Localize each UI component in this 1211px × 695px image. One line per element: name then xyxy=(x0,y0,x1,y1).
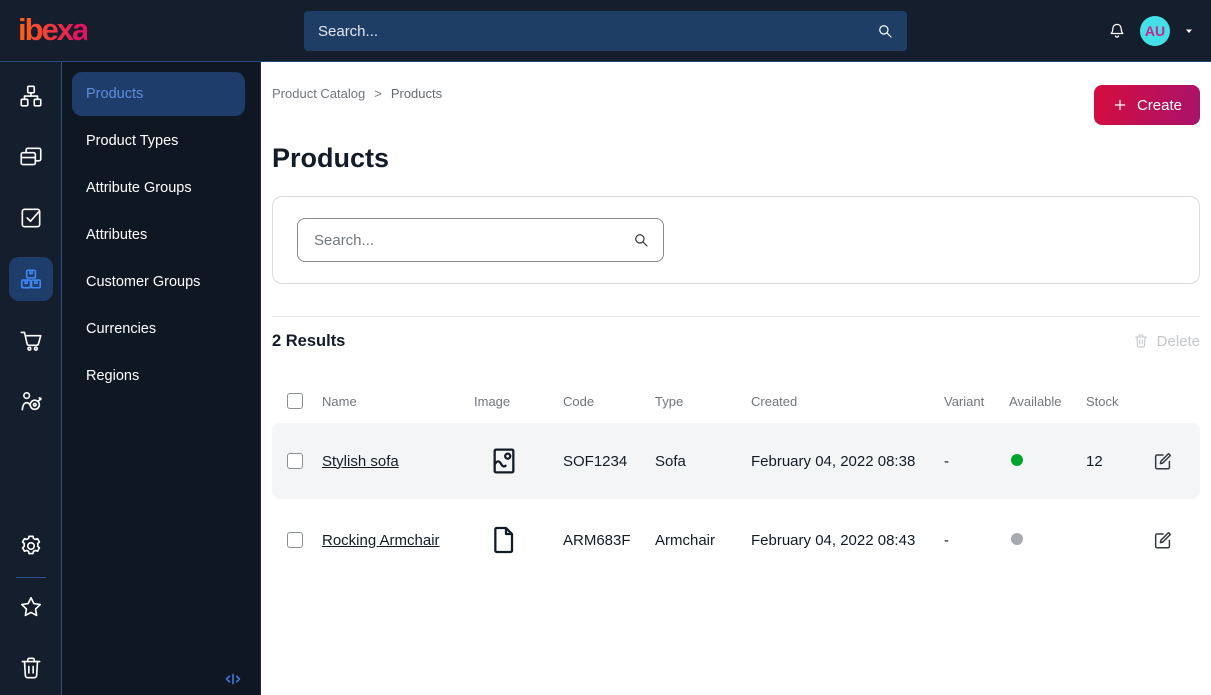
user-avatar[interactable]: AU xyxy=(1140,16,1170,46)
product-created: February 04, 2022 08:43 xyxy=(751,531,916,549)
product-type: Sofa xyxy=(655,452,686,470)
edit-button[interactable] xyxy=(1152,450,1174,472)
search-icon[interactable] xyxy=(632,231,650,249)
menu-item-product-types[interactable]: Product Types xyxy=(72,119,245,163)
product-code: ARM683F xyxy=(563,531,631,549)
tasks-icon xyxy=(21,208,40,228)
breadcrumb: Product Catalog > Products xyxy=(272,86,1200,101)
delete-button-label: Delete xyxy=(1156,332,1200,350)
edit-button[interactable] xyxy=(1152,529,1174,551)
table-header-row: Name Image Code Type Created Variant Ava… xyxy=(272,379,1200,423)
breadcrumb-product-catalog[interactable]: Product Catalog xyxy=(272,86,365,101)
create-button-label: Create xyxy=(1136,96,1182,114)
main-icon-rail xyxy=(0,62,62,695)
product-variant: - xyxy=(944,452,949,470)
create-button[interactable]: Create xyxy=(1093,85,1200,125)
image-icon xyxy=(493,448,515,474)
top-bar: ibexa AU xyxy=(0,0,1211,62)
results-bar: 2 Results Delete xyxy=(272,325,1200,357)
header-stock: Stock xyxy=(1086,393,1119,409)
header-variant: Variant xyxy=(944,393,985,409)
rail-settings-button[interactable] xyxy=(9,524,53,568)
rail-trash-button[interactable] xyxy=(9,646,53,690)
personalization-icon xyxy=(21,391,42,411)
product-name-link[interactable]: Rocking Armchair xyxy=(322,532,440,549)
rail-pages-button[interactable] xyxy=(9,135,53,179)
filter-card xyxy=(272,196,1200,284)
search-icon[interactable] xyxy=(876,22,894,40)
global-search xyxy=(304,11,907,51)
header-created: Created xyxy=(751,393,798,409)
header-name: Name xyxy=(322,393,357,409)
filter-search-input[interactable] xyxy=(297,218,664,262)
cart-icon xyxy=(19,331,42,351)
delete-trash-icon xyxy=(1134,334,1147,348)
content-tree-icon xyxy=(19,85,42,107)
product-stock: 12 xyxy=(1086,452,1103,470)
select-all-checkbox[interactable] xyxy=(287,393,303,409)
main-content: Product Catalog > Products Create Produc… xyxy=(261,62,1211,695)
delete-button[interactable]: Delete xyxy=(1133,333,1200,350)
collapse-icon xyxy=(225,673,241,685)
table-row: Rocking Armchair ARM683F Armchair Februa… xyxy=(272,502,1200,578)
product-name-link[interactable]: Stylish sofa xyxy=(322,453,399,470)
gear-icon xyxy=(21,535,40,555)
trash-icon xyxy=(21,657,40,679)
ibexa-logo[interactable]: ibexa xyxy=(18,13,89,47)
file-icon xyxy=(494,526,514,554)
rail-tasks-button[interactable] xyxy=(9,196,53,240)
menu-item-attributes[interactable]: Attributes xyxy=(72,213,245,257)
header-type: Type xyxy=(655,393,684,409)
product-type: Armchair xyxy=(655,531,716,549)
header-code: Code xyxy=(563,393,595,409)
rail-commerce-button[interactable] xyxy=(9,318,53,362)
edit-icon xyxy=(1154,531,1172,549)
rail-content-structure-button[interactable] xyxy=(9,74,53,118)
global-search-input[interactable] xyxy=(304,11,907,51)
app-body: Products Product Types Attribute Groups … xyxy=(0,62,1211,695)
star-icon xyxy=(20,596,41,617)
caret-down-icon[interactable] xyxy=(1183,25,1195,37)
available-indicator xyxy=(1011,453,1023,466)
screen: ibexa AU xyxy=(0,0,1211,695)
product-variant: - xyxy=(944,531,949,549)
unavailable-indicator xyxy=(1011,532,1023,545)
rail-personalization-button[interactable] xyxy=(9,379,53,423)
filter-search xyxy=(297,218,664,262)
row-checkbox[interactable] xyxy=(287,453,303,469)
sidebar-collapse-button[interactable] xyxy=(222,668,244,690)
user-avatar-initials: AU xyxy=(1144,23,1166,39)
results-count: 2 Results xyxy=(272,331,346,350)
breadcrumb-current: Products xyxy=(390,86,443,101)
bell-icon[interactable] xyxy=(1107,21,1127,41)
plus-icon xyxy=(1114,99,1126,111)
products-table: Name Image Code Type Created Variant Ava… xyxy=(272,379,1200,578)
menu-item-regions[interactable]: Regions xyxy=(72,354,245,398)
breadcrumb-separator: > xyxy=(374,86,382,101)
edit-icon xyxy=(1154,452,1172,470)
row-checkbox[interactable] xyxy=(287,532,303,548)
section-divider xyxy=(272,316,1200,317)
product-catalog-menu: Products Product Types Attribute Groups … xyxy=(62,62,261,695)
product-created: February 04, 2022 08:38 xyxy=(751,452,916,470)
menu-item-customer-groups[interactable]: Customer Groups xyxy=(72,260,245,304)
page-title: Products xyxy=(272,143,390,173)
rail-product-catalog-button[interactable] xyxy=(8,257,53,301)
header-available: Available xyxy=(1009,393,1062,409)
header-image: Image xyxy=(474,393,511,409)
menu-item-currencies[interactable]: Currencies xyxy=(72,307,245,351)
product-code: SOF1234 xyxy=(563,452,628,470)
table-row: Stylish sofa SOF1234 Sofa February 04, 2… xyxy=(272,423,1200,499)
menu-item-products[interactable]: Products xyxy=(72,72,245,116)
pages-icon xyxy=(19,147,42,166)
rail-divider xyxy=(15,577,46,578)
rail-bookmarks-button[interactable] xyxy=(9,585,53,629)
menu-item-attribute-groups[interactable]: Attribute Groups xyxy=(72,166,245,210)
product-boxes-icon xyxy=(20,269,41,289)
topbar-actions: AU xyxy=(1107,0,1195,62)
